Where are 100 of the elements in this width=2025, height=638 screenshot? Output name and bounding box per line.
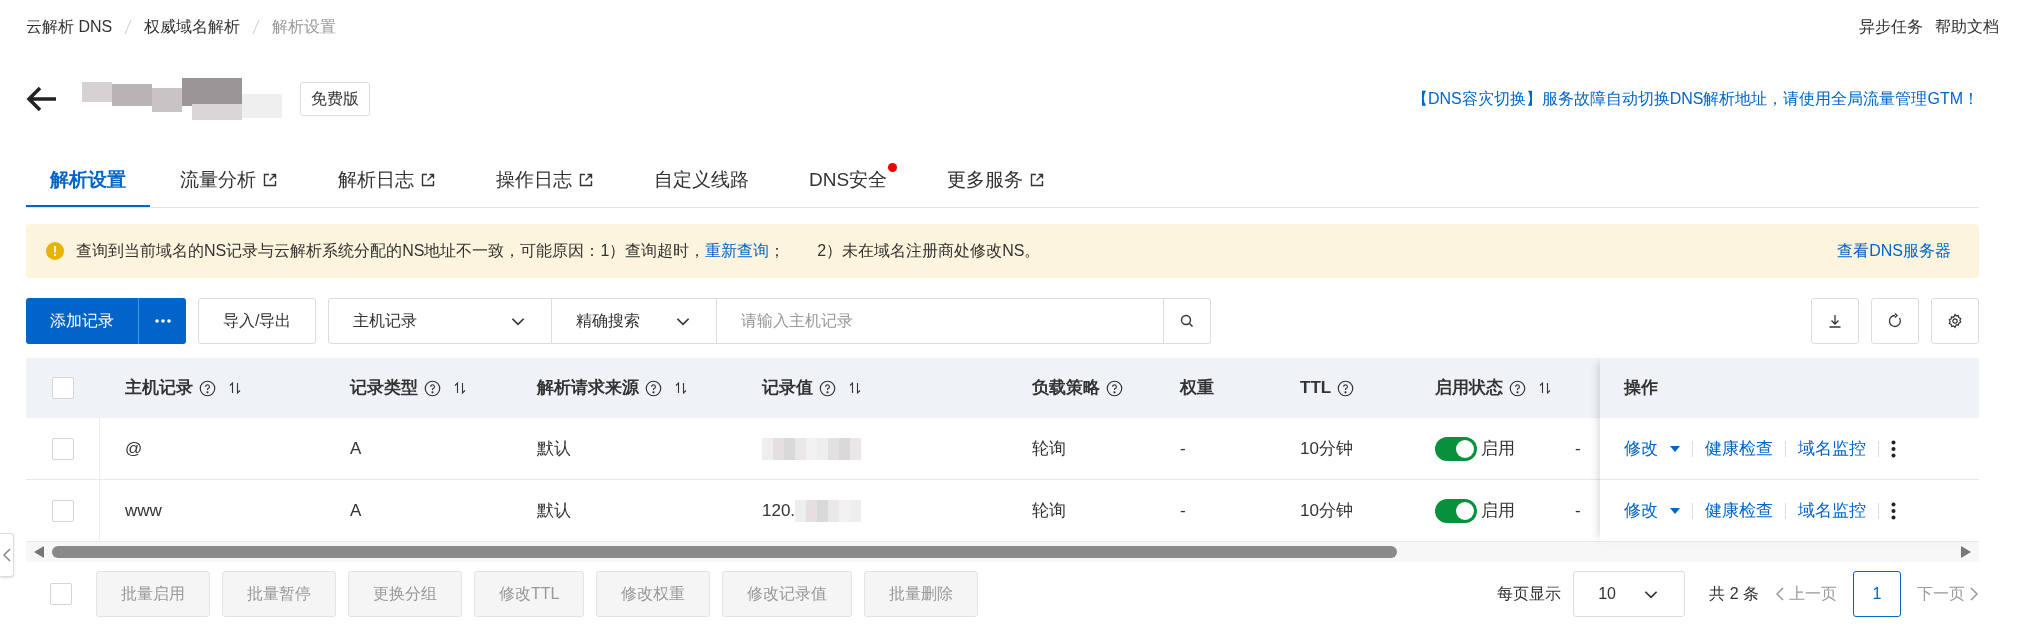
table-cell: A	[350, 438, 362, 458]
caret-icon	[1670, 445, 1681, 452]
match-mode-select[interactable]: 精确搜索	[552, 298, 718, 344]
help-icon	[645, 379, 662, 397]
table-cell: www	[125, 500, 162, 520]
checkbox[interactable]	[50, 583, 72, 605]
sort-icon[interactable]	[453, 381, 467, 395]
tab[interactable]: 更多服务	[917, 155, 1076, 207]
breadcrumb-separator-icon	[124, 19, 133, 35]
blurred-value-icon	[762, 437, 861, 460]
table-cell: -	[1575, 438, 1581, 458]
tab[interactable]: 解析设置	[26, 155, 150, 207]
caret-icon	[1670, 507, 1681, 514]
breadcrumb-item[interactable]: 权威域名解析	[144, 15, 241, 39]
column-header: 主机记录	[125, 377, 193, 400]
sort-icon[interactable]	[674, 381, 688, 395]
breadcrumb-item[interactable]: 云解析 DNS	[26, 15, 113, 39]
column-header: TTL	[1300, 377, 1332, 400]
sidebar-collapse-handle[interactable]	[0, 533, 14, 577]
table-cell-text: 120.	[762, 499, 796, 522]
page-number-button[interactable]: 1	[1853, 571, 1901, 617]
status-text: 启用	[1481, 499, 1515, 522]
action-link[interactable]: 健康检查	[1705, 497, 1774, 524]
external-link-icon	[420, 172, 436, 188]
action-link[interactable]: 健康检查	[1705, 435, 1774, 462]
search-field[interactable]: 请输入主机记录	[717, 298, 1165, 344]
horizontal-scrollbar[interactable]	[26, 542, 1979, 562]
column-header: 负载策略	[1032, 377, 1100, 400]
download-button[interactable]	[1811, 298, 1859, 344]
more-vertical-icon[interactable]	[1891, 501, 1897, 520]
chevron-left-icon	[1775, 587, 1785, 601]
column-header: 权重	[1180, 377, 1214, 400]
checkbox[interactable]	[51, 499, 74, 522]
checkbox[interactable]	[51, 437, 74, 460]
table-cell: A	[350, 500, 362, 520]
chevron-left-icon	[2, 548, 11, 562]
help-icon	[1106, 379, 1123, 397]
table-cell: -	[1575, 500, 1581, 520]
tab[interactable]: 流量分析	[150, 155, 308, 207]
alert-text: 查询到当前域名的NS记录与云解析系统分配的NS地址不一致，可能原因：1）查询超时，	[76, 241, 706, 261]
table-cell: @	[125, 438, 143, 458]
tab[interactable]: DNS安全	[779, 155, 918, 207]
more-vertical-icon[interactable]	[1891, 439, 1897, 458]
tab[interactable]: 自定义线路	[624, 155, 779, 207]
sort-icon[interactable]	[1538, 381, 1552, 395]
tab[interactable]: 解析日志	[308, 155, 466, 207]
checkbox[interactable]	[52, 377, 74, 399]
help-icon	[1509, 379, 1526, 397]
refresh-button[interactable]	[1871, 298, 1919, 344]
breadcrumb-item: 解析设置	[272, 17, 337, 37]
tab[interactable]: 操作日志	[466, 155, 624, 207]
scroll-left-icon[interactable]	[34, 546, 44, 558]
total-count: 共 2 条	[1709, 584, 1759, 604]
column-header: 操作	[1624, 377, 1659, 400]
view-dns-servers-link[interactable]: 查看DNS服务器	[1837, 239, 1951, 263]
requery-link[interactable]: 重新查询	[705, 239, 770, 263]
edition-badge: 免费版	[300, 82, 370, 116]
alert-text: ；	[769, 241, 786, 261]
top-link[interactable]: 异步任务	[1859, 15, 1923, 39]
back-arrow-icon[interactable]	[26, 86, 58, 112]
external-link-icon	[1029, 172, 1046, 188]
external-link-icon	[262, 172, 278, 188]
field-select[interactable]: 主机记录	[328, 298, 553, 344]
top-link[interactable]: 帮助文档	[1935, 15, 1999, 39]
more-icon	[154, 319, 171, 323]
action-link[interactable]: 域名监控	[1798, 497, 1867, 524]
help-icon	[199, 379, 216, 397]
action-link[interactable]: 域名监控	[1798, 435, 1867, 462]
action-link[interactable]: 修改	[1624, 435, 1681, 462]
sort-icon[interactable]	[848, 381, 862, 395]
column-header: 记录值	[762, 377, 813, 400]
table-cell: 10分钟	[1300, 500, 1353, 520]
sort-icon[interactable]	[228, 381, 242, 395]
table-cell: 默认	[537, 438, 571, 458]
table-cell: 10分钟	[1300, 438, 1353, 458]
help-icon	[1337, 379, 1355, 397]
page-size-label: 每页显示	[1497, 584, 1562, 604]
promo-link[interactable]: 【DNS容灾切换】服务故障自动切换DNS解析地址，请使用全局流量管理GTM！	[1411, 87, 1979, 111]
scroll-right-icon[interactable]	[1961, 546, 1971, 558]
status-text: 启用	[1481, 437, 1515, 460]
breadcrumb-separator-icon	[252, 19, 261, 35]
search-icon	[1180, 314, 1195, 328]
settings-button[interactable]	[1931, 298, 1979, 344]
table-cell: 轮询	[1032, 438, 1066, 458]
table-cell: 默认	[537, 500, 571, 520]
page-size-select[interactable]: 10	[1573, 571, 1686, 617]
previous-page-button[interactable]: 上一页	[1775, 582, 1837, 606]
toggle-switch[interactable]	[1435, 498, 1477, 523]
add-record-button[interactable]: 添加记录	[26, 298, 138, 344]
column-header: 记录类型	[350, 377, 418, 400]
external-link-icon	[578, 172, 594, 188]
help-icon	[819, 379, 836, 397]
import-export-button[interactable]: 导入/导出	[198, 298, 317, 344]
action-link[interactable]: 修改	[1624, 497, 1681, 524]
table-cell: -	[1180, 500, 1186, 520]
toggle-switch[interactable]	[1435, 436, 1477, 461]
search-button[interactable]	[1164, 298, 1212, 344]
refresh-icon	[1887, 313, 1903, 329]
alert-text: 2）未在域名注册商处修改NS。	[817, 241, 1041, 261]
chevron-right-icon	[1969, 587, 1979, 601]
